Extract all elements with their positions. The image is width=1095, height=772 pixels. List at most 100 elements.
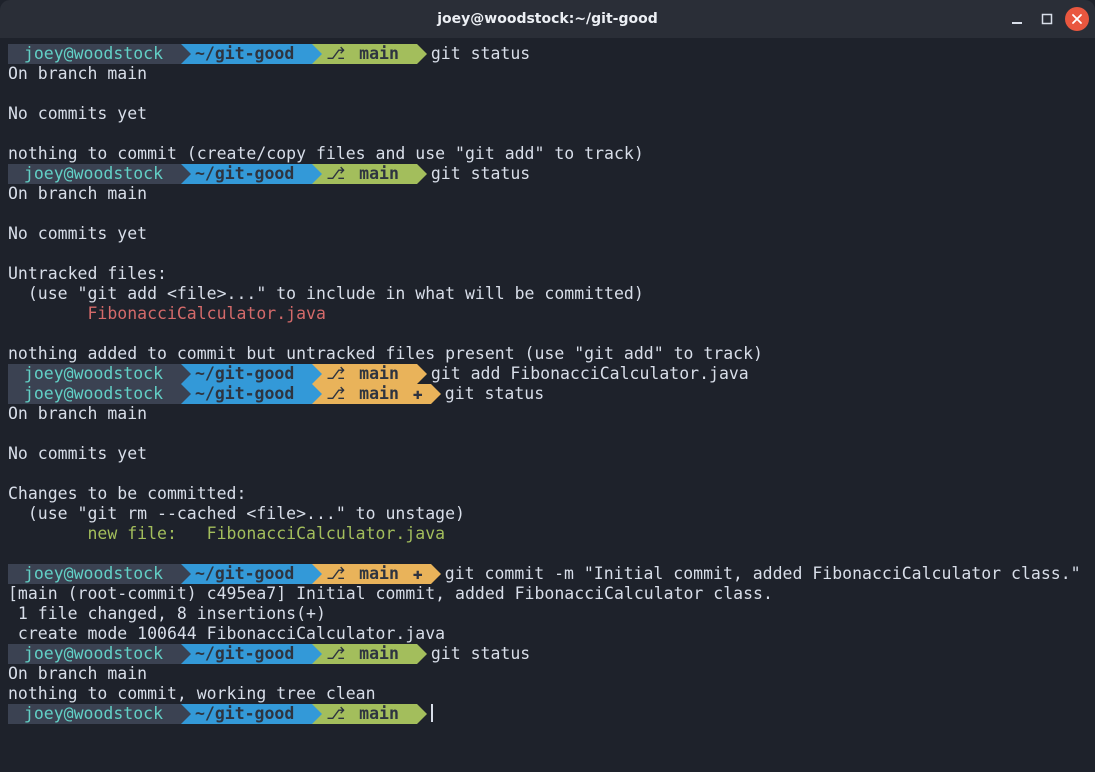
close-icon [1071,13,1083,25]
window-controls [1005,0,1089,38]
prompt: joey@woodstock ~/git-good ⎇ main ✚ [8,384,431,404]
prompt-userhost-segment: joey@woodstock [8,704,181,724]
prompt-branch-segment: ⎇ main [312,704,417,724]
git-dirty-plus-icon: ✚ [413,384,423,404]
output-text: No commits yet [8,224,147,243]
prompt-userhost-segment: joey@woodstock [8,164,181,184]
prompt-userhost-segment: joey@woodstock [8,644,181,664]
prompt-path-segment: ~/git-good [181,564,312,584]
command-text: git status [431,44,530,63]
output-line: FibonacciCalculator.java [8,304,1087,324]
output-text: (use "git add <file>..." to include in w… [8,284,644,303]
prompt-path-segment: ~/git-good [181,164,312,184]
maximize-button[interactable] [1035,7,1059,31]
terminal-line: joey@woodstock ~/git-good ⎇ main ✚ git s… [8,384,1087,404]
output-line: 1 file changed, 8 insertions(+) [8,604,1087,624]
output-line [8,84,1087,104]
prompt-branch-segment: ⎇ main [312,44,417,64]
command-text: git status [431,644,530,663]
prompt-userhost-segment: joey@woodstock [8,564,181,584]
prompt: joey@woodstock ~/git-good ⎇ main [8,44,417,64]
prompt-path-segment: ~/git-good [181,644,312,664]
cursor [431,704,433,722]
output-line [8,464,1087,484]
prompt-branch-segment: ⎇ main ✚ [312,384,431,404]
prompt: joey@woodstock ~/git-good ⎇ main [8,364,417,384]
output-text: new file: FibonacciCalculator.java [8,524,445,543]
terminal-line: joey@woodstock ~/git-good ⎇ main git sta… [8,644,1087,664]
prompt-path-segment: ~/git-good [181,704,312,724]
output-line [8,424,1087,444]
prompt-branch-segment: ⎇ main [312,644,417,664]
command-text: git add FibonacciCalculator.java [431,364,749,383]
git-branch-icon: ⎇ [326,44,345,64]
git-branch-icon: ⎇ [326,164,345,184]
output-text: (use "git rm --cached <file>..." to unst… [8,504,465,523]
git-branch-icon: ⎇ [326,564,345,584]
output-line: Changes to be committed: [8,484,1087,504]
prompt-branch-segment: ⎇ main [312,364,417,384]
output-line [8,204,1087,224]
prompt-userhost-segment: joey@woodstock [8,364,181,384]
output-line: create mode 100644 FibonacciCalculator.j… [8,624,1087,644]
output-line: On branch main [8,664,1087,684]
output-text: 1 file changed, 8 insertions(+) [8,604,326,623]
output-text: No commits yet [8,444,147,463]
output-text: nothing to commit, working tree clean [8,684,376,703]
output-line: (use "git add <file>..." to include in w… [8,284,1087,304]
prompt: joey@woodstock ~/git-good ⎇ main [8,644,417,664]
command-text: git commit -m "Initial commit, added Fib… [445,564,1081,583]
command-text: git status [445,384,544,403]
prompt-path-segment: ~/git-good [181,44,312,64]
output-line: On branch main [8,64,1087,84]
output-text: Changes to be committed: [8,484,246,503]
prompt-path-segment: ~/git-good [181,364,312,384]
command-text: git status [431,164,530,183]
prompt-userhost-segment: joey@woodstock [8,44,181,64]
terminal-line: joey@woodstock ~/git-good ⎇ main git sta… [8,164,1087,184]
git-branch-icon: ⎇ [326,704,345,724]
minimize-button[interactable] [1005,7,1029,31]
maximize-icon [1041,13,1053,25]
output-line: On branch main [8,404,1087,424]
close-button[interactable] [1065,7,1089,31]
terminal-line: joey@woodstock ~/git-good ⎇ main [8,704,1087,724]
output-text: On branch main [8,184,147,203]
output-text: nothing added to commit but untracked fi… [8,344,763,363]
prompt-userhost-segment: joey@woodstock [8,384,181,404]
output-line: (use "git rm --cached <file>..." to unst… [8,504,1087,524]
output-line: nothing added to commit but untracked fi… [8,344,1087,364]
terminal-line: joey@woodstock ~/git-good ⎇ main ✚ git c… [8,564,1087,584]
minimize-icon [1011,13,1023,25]
output-line: new file: FibonacciCalculator.java [8,524,1087,544]
prompt-branch-segment: ⎇ main ✚ [312,564,431,584]
output-line [8,244,1087,264]
output-text: Untracked files: [8,264,167,283]
terminal-line: joey@woodstock ~/git-good ⎇ main git add… [8,364,1087,384]
output-text: On branch main [8,664,147,683]
git-dirty-plus-icon: ✚ [413,564,423,584]
output-text: [main (root-commit) c495ea7] Initial com… [8,584,773,603]
output-text: On branch main [8,404,147,423]
output-text: On branch main [8,64,147,83]
output-line [8,124,1087,144]
terminal-area[interactable]: joey@woodstock ~/git-good ⎇ main git sta… [0,38,1095,732]
output-line: On branch main [8,184,1087,204]
output-line: No commits yet [8,444,1087,464]
output-line: Untracked files: [8,264,1087,284]
output-line: [main (root-commit) c495ea7] Initial com… [8,584,1087,604]
prompt: joey@woodstock ~/git-good ⎇ main ✚ [8,564,431,584]
output-line: nothing to commit, working tree clean [8,684,1087,704]
prompt-path-segment: ~/git-good [181,384,312,404]
output-text: nothing to commit (create/copy files and… [8,144,644,163]
prompt: joey@woodstock ~/git-good ⎇ main [8,164,417,184]
output-text: create mode 100644 FibonacciCalculator.j… [8,624,445,643]
output-line: No commits yet [8,104,1087,124]
git-branch-icon: ⎇ [326,644,345,664]
git-branch-icon: ⎇ [326,384,345,404]
window-title: joey@woodstock:~/git-good [437,9,658,29]
output-line [8,324,1087,344]
window-titlebar: joey@woodstock:~/git-good [0,0,1095,38]
git-branch-icon: ⎇ [326,364,345,384]
prompt-branch-segment: ⎇ main [312,164,417,184]
